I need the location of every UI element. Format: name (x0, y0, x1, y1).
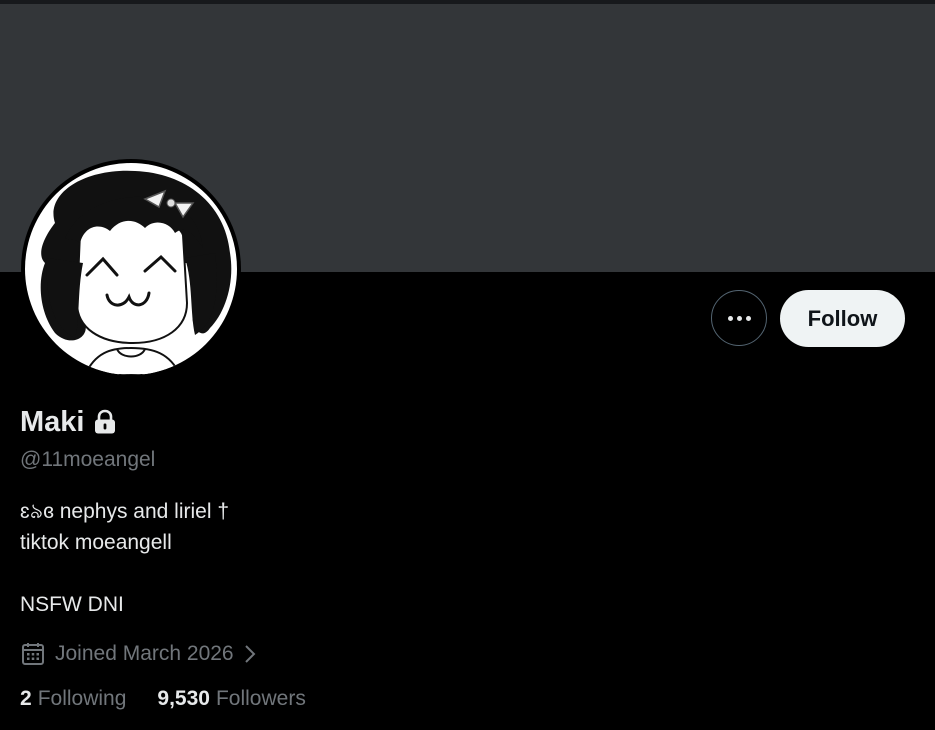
more-dots-icon (736, 315, 742, 321)
following-label: Following (37, 687, 127, 710)
avatar[interactable] (21, 159, 241, 379)
bio-line (20, 558, 229, 589)
followers-link[interactable]: 9,530 Followers (157, 687, 305, 711)
calendar-icon (22, 643, 44, 665)
following-link[interactable]: 2 Following (20, 687, 126, 711)
follow-stats: 2 Following 9,530 Followers (20, 687, 306, 711)
more-options-button[interactable] (711, 290, 767, 346)
display-name: Maki (20, 405, 85, 438)
avatar-drawing (25, 163, 237, 375)
joined-date-row[interactable]: Joined March 2026 (20, 639, 258, 669)
display-name-row: Maki (20, 404, 117, 440)
profile-handle: @11moeangel (20, 448, 156, 471)
follow-button[interactable]: Follow (780, 290, 905, 347)
bio-line: NSFW DNI (20, 593, 124, 616)
joined-date-text: Joined March 2026 (55, 642, 234, 665)
following-count: 2 (20, 687, 32, 710)
followers-label: Followers (215, 687, 306, 710)
followers-count: 9,530 (157, 687, 210, 710)
lock-icon[interactable] (93, 409, 117, 435)
bio-line: ɛ৯ɞ nephys and liriel † (20, 500, 230, 523)
more-dots-icon (745, 315, 751, 321)
chevron-right-icon (244, 645, 256, 663)
bio-line: tiktok moeangell (20, 531, 172, 554)
profile-bio: ɛ৯ɞ nephys and liriel † tiktok moeangell… (20, 496, 229, 620)
more-dots-icon (727, 315, 733, 321)
profile-page: Follow Maki @11moeangel ɛ৯ɞ nephys and l… (0, 0, 935, 730)
